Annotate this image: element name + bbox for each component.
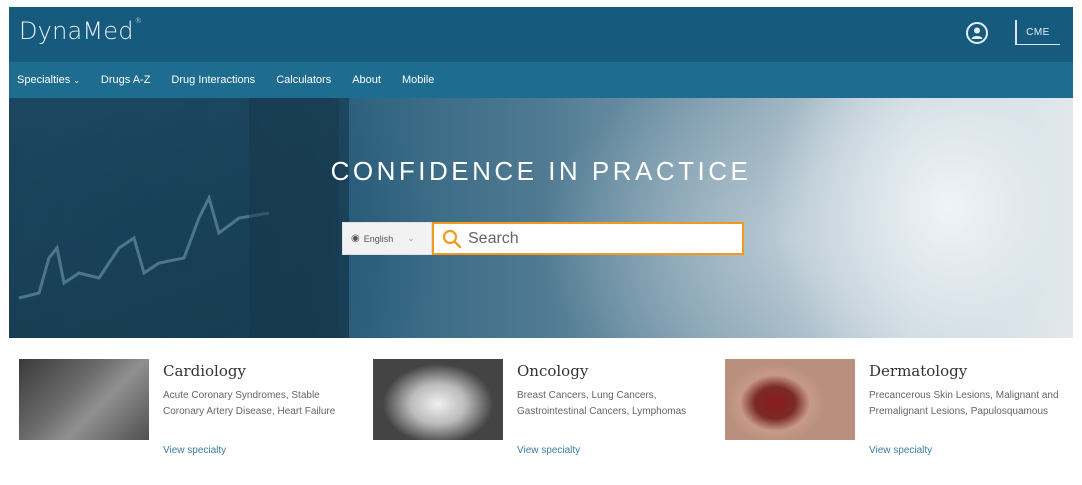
nav-calculators[interactable]: Calculators <box>276 74 331 86</box>
cme-button[interactable]: CME <box>1015 20 1060 45</box>
card-title[interactable]: Oncology <box>517 362 588 380</box>
specialty-cards: Cardiology Acute Coronary Syndromes, Sta… <box>9 338 1073 481</box>
view-specialty-link[interactable]: View specialty <box>163 445 226 456</box>
search-box[interactable] <box>432 222 744 255</box>
hero-title: CONFIDENCE IN PRACTICE <box>330 156 752 186</box>
language-selected: English <box>363 233 394 244</box>
card-description: Breast Cancers, Lung Cancers, Gastrointe… <box>517 390 687 417</box>
nav-mobile[interactable]: Mobile <box>402 74 434 86</box>
card-description: Precancerous Skin Lesions, Malignant and… <box>869 390 1059 417</box>
dermatology-image <box>725 359 855 440</box>
top-header: DynaMed® CME <box>9 7 1073 62</box>
search-icon[interactable] <box>442 229 462 249</box>
nav-drug-interactions[interactable]: Drug Interactions <box>171 74 255 86</box>
nav-about[interactable]: About <box>352 74 381 86</box>
view-specialty-link[interactable]: View specialty <box>517 445 580 456</box>
ecg-waveform-graphic <box>18 98 339 338</box>
main-nav: Specialties ⌄ Drugs A-Z Drug Interactions… <box>9 62 1073 98</box>
cardiology-image <box>19 359 149 440</box>
view-specialty-link[interactable]: View specialty <box>869 445 932 456</box>
user-account-icon[interactable] <box>966 22 988 44</box>
specialty-card-dermatology[interactable]: Dermatology Precancerous Skin Lesions, M… <box>725 359 1065 479</box>
chevron-down-icon: ⌄ <box>407 233 415 243</box>
search-bar: ◉ English ⌄ <box>342 222 744 255</box>
hero-banner: CONFIDENCE IN PRACTICE ◉ English ⌄ <box>9 98 1073 338</box>
oncology-image <box>373 359 503 440</box>
chevron-down-icon: ⌄ <box>73 76 80 85</box>
page-frame: DynaMed® CME Specialties ⌄ Drugs A-Z Drug… <box>9 7 1073 481</box>
nav-specialties[interactable]: Specialties ⌄ <box>17 74 80 86</box>
card-title[interactable]: Dermatology <box>869 362 967 380</box>
card-description: Acute Coronary Syndromes, Stable Coronar… <box>163 390 336 417</box>
specialty-card-oncology[interactable]: Oncology Breast Cancers, Lung Cancers, G… <box>373 359 713 479</box>
nav-drugs-a-z[interactable]: Drugs A-Z <box>101 74 151 86</box>
language-select[interactable]: ◉ English ⌄ <box>342 222 432 255</box>
globe-icon: ◉ <box>351 233 360 244</box>
specialty-card-cardiology[interactable]: Cardiology Acute Coronary Syndromes, Sta… <box>19 359 359 479</box>
card-title[interactable]: Cardiology <box>163 362 246 380</box>
search-input[interactable] <box>468 229 718 248</box>
hero-background-image <box>9 98 349 338</box>
dynamed-logo[interactable]: DynaMed® <box>19 17 142 45</box>
